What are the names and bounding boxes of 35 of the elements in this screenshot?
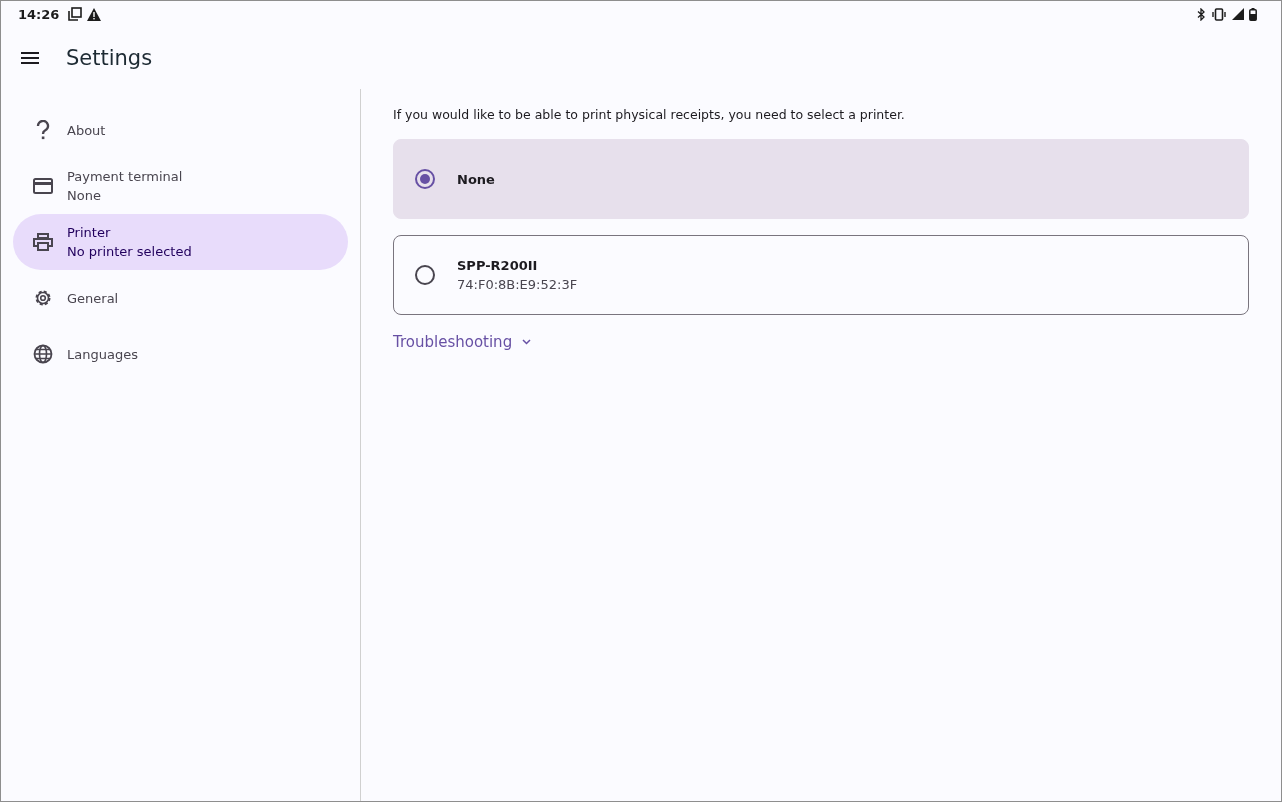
printer-name: SPP-R200II [457, 258, 539, 273]
nav-item[interactable]: Payment terminal None [13, 158, 348, 214]
printer-icon [33, 233, 53, 251]
bluetooth-icon [1197, 7, 1206, 21]
signal-icon [1232, 8, 1244, 20]
intro-text: If you would like to be able to print physical receipts, you need to select a printer. [393, 107, 906, 122]
nav-label: Languages [67, 346, 138, 362]
nav-item[interactable]: Languages [13, 326, 348, 382]
copy-icon [68, 7, 83, 21]
card-icon [33, 178, 53, 194]
page-title: Settings [66, 46, 153, 70]
nav-item[interactable]: About [13, 102, 348, 158]
menu-icon [21, 52, 39, 64]
radio-button[interactable] [415, 265, 435, 285]
nav-item[interactable]: General [13, 270, 348, 326]
printer-address: 74:F0:8B:E9:52:3F [457, 277, 578, 292]
troubleshooting-toggle[interactable]: Troubleshooting [393, 333, 532, 351]
nav-label: About [67, 122, 106, 138]
gear-icon [33, 288, 53, 308]
printer-option[interactable]: None [393, 139, 1249, 219]
globe-icon [33, 344, 53, 364]
chevron-icon [522, 339, 532, 345]
nav-label: Printer [67, 225, 112, 240]
status-time: 14:26 [18, 6, 60, 22]
nav-subtitle: No printer selected [67, 244, 192, 259]
battery-icon [1249, 7, 1257, 21]
nav-label: General [67, 290, 119, 306]
warning-icon [87, 7, 102, 21]
radio-button[interactable] [415, 169, 435, 189]
printer-option[interactable]: SPP-R200II 74:F0:8B:E9:52:3F [393, 235, 1249, 315]
nav-label: Payment terminal [67, 169, 183, 184]
printer-name: None [457, 171, 495, 187]
nav-item[interactable]: Printer No printer selected [13, 214, 348, 270]
nav-subtitle: None [67, 188, 102, 203]
vibrate-icon [1211, 7, 1227, 21]
